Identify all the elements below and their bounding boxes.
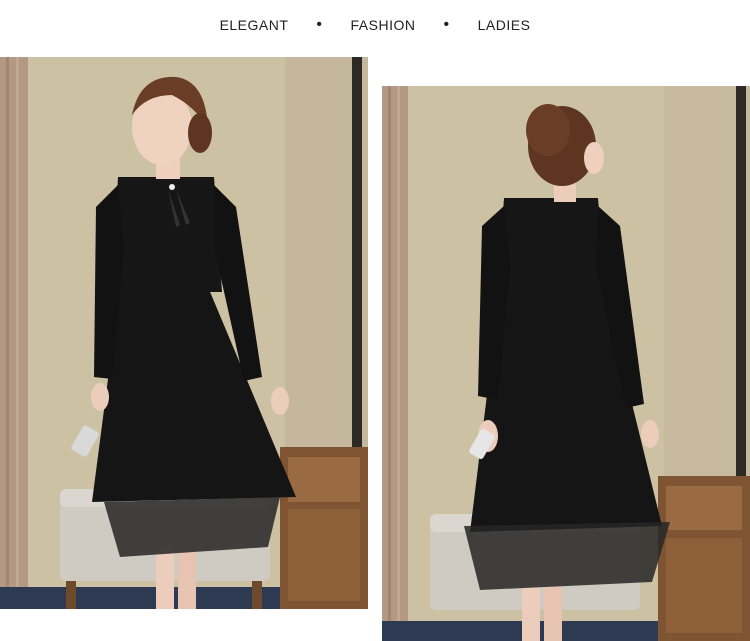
- tagline-separator-2: •: [443, 16, 450, 33]
- tagline-separator-1: •: [316, 16, 323, 33]
- tagline-word-fashion: FASHION: [350, 17, 416, 33]
- product-photo-back: [382, 86, 750, 641]
- product-photo-front: [0, 57, 368, 609]
- tagline-word-ladies: LADIES: [477, 17, 531, 33]
- model-back-illustration: [382, 86, 750, 641]
- tagline-banner: ELEGANT • FASHION • LADIES: [0, 0, 750, 50]
- tagline-word-elegant: ELEGANT: [219, 17, 289, 33]
- model-front-illustration: [0, 57, 368, 609]
